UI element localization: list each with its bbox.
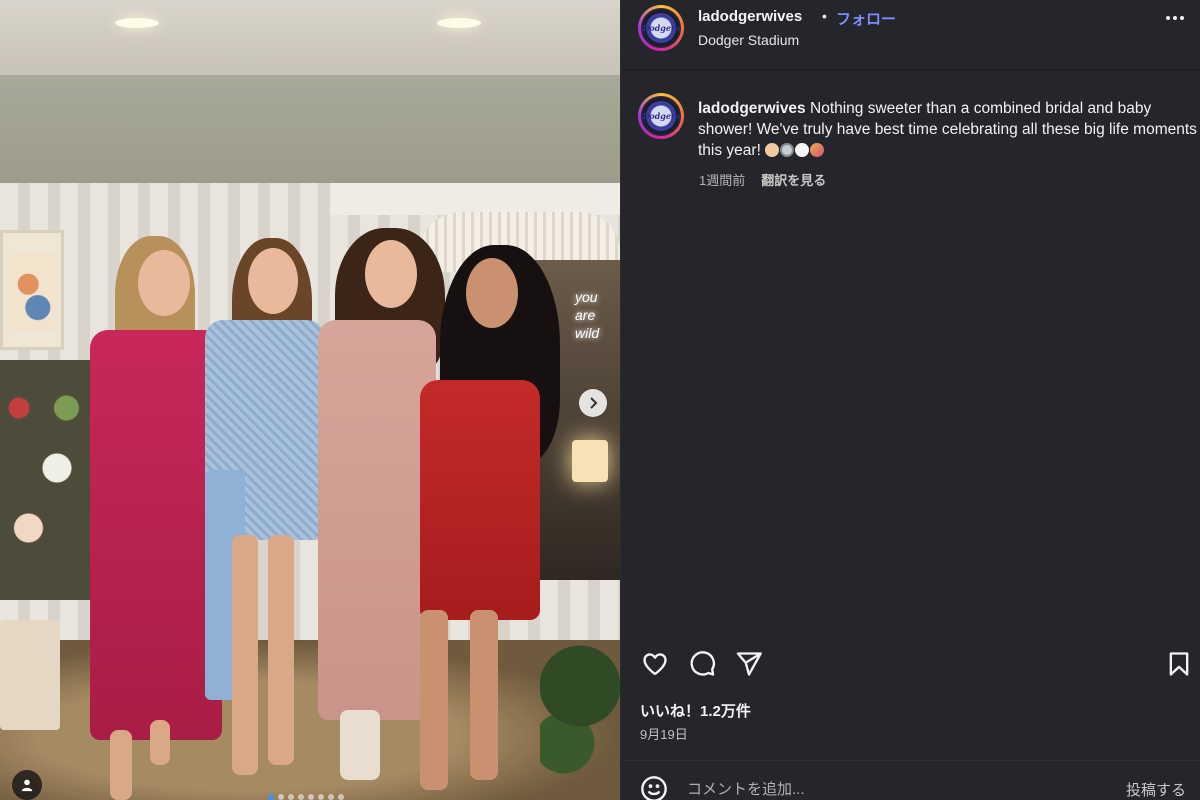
comment-icon [690, 651, 715, 676]
post-comment-button[interactable]: 投稿する [1126, 779, 1186, 800]
ceiling-light [115, 18, 159, 28]
comment-button[interactable] [686, 648, 718, 680]
carousel-dot [318, 794, 324, 800]
translate-link[interactable]: 翻訳を見る [761, 170, 826, 189]
face [138, 250, 190, 316]
follow-button[interactable]: フォロー [836, 8, 896, 29]
dodgers-logo: Dodgers [642, 13, 680, 43]
caption-meta: 1週間前 翻訳を見る [699, 170, 826, 189]
comment-bar: 投稿する [621, 760, 1200, 800]
dress [90, 330, 222, 740]
carousel-dot [338, 794, 344, 800]
post-username[interactable]: ladodgerwives [698, 8, 802, 25]
caption-avatar[interactable]: Dodgers [638, 93, 684, 139]
avatar-frame: Dodgers [641, 8, 681, 48]
ceiling-light [437, 18, 481, 28]
like-count[interactable]: いいね！1.2万件 [640, 700, 751, 721]
post-actions [621, 648, 1200, 688]
caption-time: 1週間前 [699, 173, 746, 188]
face [466, 258, 518, 328]
chevron-right-icon [590, 397, 598, 409]
baby-face-emoji [765, 143, 780, 157]
ceiling [0, 0, 620, 75]
person-icon [21, 779, 33, 792]
more-options-icon[interactable] [1166, 16, 1184, 20]
share-button[interactable] [733, 648, 765, 680]
profile-avatar[interactable]: Dodgers [638, 5, 684, 51]
carousel-dot [328, 794, 334, 800]
post-location[interactable]: Dodger Stadium [698, 32, 799, 48]
post-header: Dodgers ladodgerwives • フォロー Dodger Stad… [621, 0, 1200, 70]
dress [420, 380, 540, 620]
white-heart-emoji [795, 143, 810, 157]
curtain-valance [330, 183, 620, 215]
tote-bag [0, 620, 60, 730]
carousel-indicator [268, 794, 344, 800]
post-side-panel: Dodgers ladodgerwives • フォロー Dodger Stad… [620, 0, 1200, 800]
header-separator: • [822, 8, 827, 24]
carousel-dot [308, 794, 314, 800]
carousel-dot [298, 794, 304, 800]
leg [232, 535, 258, 775]
heart-icon [643, 653, 667, 676]
neon-sign: you are wild [575, 289, 600, 341]
face [248, 248, 298, 314]
smile-icon [641, 776, 667, 800]
poster-art [9, 253, 57, 331]
avatar-frame: Dodgers [641, 96, 681, 136]
flower-stand [0, 360, 95, 600]
carousel-dot [268, 794, 274, 800]
leg [420, 610, 448, 790]
party-popper-emoji [810, 143, 825, 157]
wall-poster [0, 230, 64, 350]
caption-username[interactable]: ladodgerwives [698, 100, 806, 117]
caption-emojis [765, 142, 825, 159]
leg [470, 610, 498, 780]
comment-input[interactable] [687, 777, 1107, 800]
tagged-users-button[interactable] [12, 770, 42, 800]
carousel-dot [278, 794, 284, 800]
carousel-next-button[interactable] [579, 389, 607, 417]
post-photo[interactable]: you are wild [0, 0, 620, 800]
leg [268, 535, 294, 765]
lamp [572, 440, 608, 482]
send-icon [736, 652, 762, 676]
ring-emoji [780, 143, 795, 157]
carousel-dot [288, 794, 294, 800]
face [365, 240, 417, 308]
dress [318, 320, 436, 720]
leg [110, 730, 132, 800]
shoe [340, 710, 380, 780]
post-caption: ladodgerwives Nothing sweeter than a com… [698, 98, 1198, 161]
plant [540, 610, 620, 800]
post-date: 9月19日 [640, 727, 688, 742]
dodgers-logo: Dodgers [642, 101, 680, 131]
save-button[interactable] [1163, 648, 1195, 680]
instagram-post: you are wild Dodgers ladodgerwives • フォロ… [0, 0, 1200, 800]
emoji-picker-button[interactable] [640, 775, 668, 800]
leg [150, 720, 170, 765]
like-button[interactable] [639, 648, 671, 680]
bookmark-icon [1169, 652, 1189, 676]
